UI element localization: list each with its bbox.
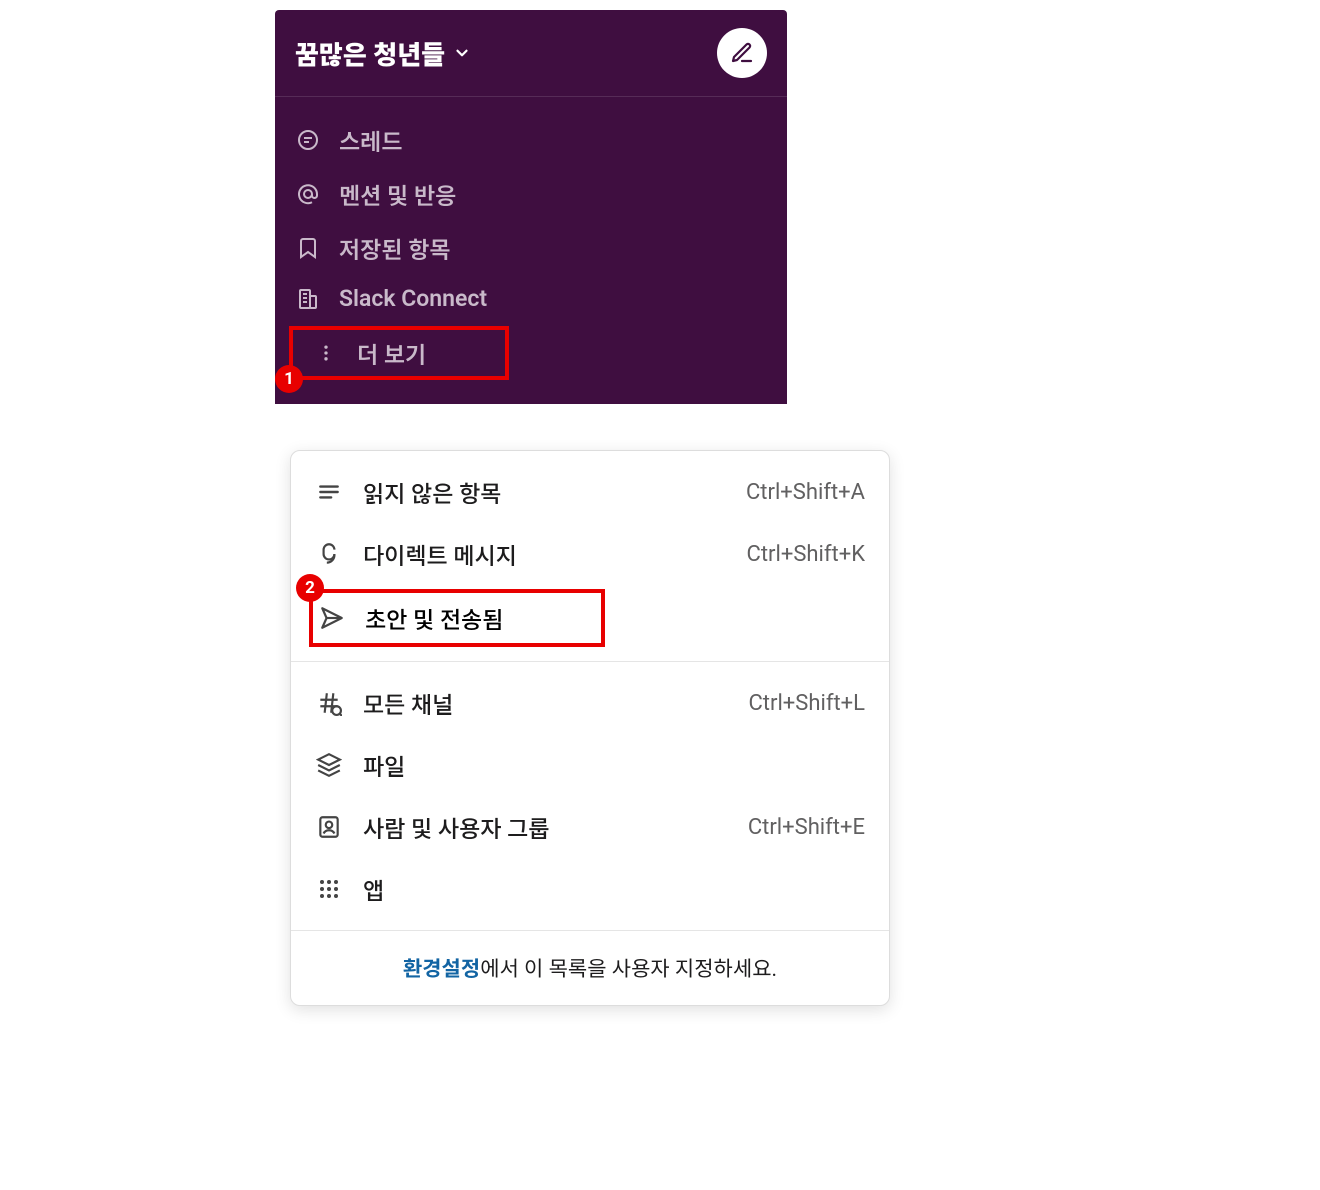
send-icon (319, 605, 345, 631)
shortcut-label: Ctrl+Shift+K (747, 542, 865, 567)
sidebar-item-more[interactable]: 더 보기 (309, 336, 489, 370)
sidebar: 꿈많은 청년들 스레드 멘션 및 반응 (275, 10, 787, 404)
footer-text: 에서 이 목록을 사용자 지정하세요. (480, 958, 777, 982)
workspace-name-label: 꿈많은 청년들 (295, 35, 445, 72)
sidebar-item-label: 더 보기 (357, 336, 426, 370)
popup-item-apps[interactable]: 앱 (291, 858, 889, 920)
popup-item-label: 파일 (363, 748, 845, 782)
compose-button[interactable] (717, 28, 767, 78)
more-icon (313, 340, 339, 366)
popup-item-all-channels[interactable]: 모든 채널 Ctrl+Shift+L (291, 672, 889, 734)
building-icon (295, 286, 321, 312)
popup-footer: 환경설정에서 이 목록을 사용자 지정하세요. (291, 931, 889, 1005)
popup-item-files[interactable]: 파일 (291, 734, 889, 796)
workspace-switcher[interactable]: 꿈많은 청년들 (295, 35, 471, 72)
popup-item-dm[interactable]: 다이렉트 메시지 Ctrl+Shift+K (291, 523, 889, 585)
shortcut-label: Ctrl+Shift+L (748, 691, 865, 716)
popup-item-people[interactable]: 사람 및 사용자 그룹 Ctrl+Shift+E (291, 796, 889, 858)
highlight-box-2: 초안 및 전송됨 (309, 589, 605, 647)
sidebar-item-label: 멘션 및 반응 (339, 177, 456, 211)
sidebar-item-label: Slack Connect (339, 285, 487, 312)
people-icon (315, 813, 343, 841)
popup-item-unread[interactable]: 읽지 않은 항목 Ctrl+Shift+A (291, 461, 889, 523)
at-icon (295, 181, 321, 207)
dm-icon (315, 540, 343, 568)
sidebar-item-threads[interactable]: 스레드 (275, 113, 787, 167)
bookmark-icon (295, 235, 321, 261)
popup-group-2: 모든 채널 Ctrl+Shift+L 파일 사람 및 사용자 그룹 Ctrl+S… (291, 662, 889, 930)
more-popup: 읽지 않은 항목 Ctrl+Shift+A 다이렉트 메시지 Ctrl+Shif… (290, 450, 890, 1006)
sidebar-item-slack-connect[interactable]: Slack Connect (275, 275, 787, 322)
annotation-badge-2: 2 (296, 574, 324, 602)
shortcut-label: Ctrl+Shift+A (746, 480, 865, 505)
compose-icon (730, 41, 754, 65)
sidebar-item-saved[interactable]: 저장된 항목 (275, 221, 787, 275)
unread-icon (315, 478, 343, 506)
sidebar-nav: 스레드 멘션 및 반응 저장된 항목 Slack Connect (275, 97, 787, 404)
hash-icon (315, 689, 343, 717)
apps-icon (315, 875, 343, 903)
annotation-badge-1: 1 (275, 365, 303, 393)
threads-icon (295, 127, 321, 153)
chevron-down-icon (453, 44, 471, 62)
popup-item-label: 앱 (363, 872, 845, 906)
highlight-box-1: 더 보기 (289, 326, 509, 380)
files-icon (315, 751, 343, 779)
popup-item-label: 다이렉트 메시지 (363, 537, 727, 571)
popup-item-label: 읽지 않은 항목 (363, 475, 726, 509)
sidebar-header: 꿈많은 청년들 (275, 10, 787, 97)
sidebar-item-label: 스레드 (339, 123, 402, 157)
popup-item-label: 모든 채널 (363, 686, 728, 720)
sidebar-item-label: 저장된 항목 (339, 231, 451, 265)
sidebar-item-mentions[interactable]: 멘션 및 반응 (275, 167, 787, 221)
shortcut-label: Ctrl+Shift+E (748, 815, 865, 840)
preferences-link[interactable]: 환경설정 (403, 958, 480, 982)
popup-item-drafts[interactable]: 초안 및 전송됨 (365, 601, 503, 635)
popup-item-label: 사람 및 사용자 그룹 (363, 810, 728, 844)
popup-group-1: 읽지 않은 항목 Ctrl+Shift+A 다이렉트 메시지 Ctrl+Shif… (291, 451, 889, 661)
